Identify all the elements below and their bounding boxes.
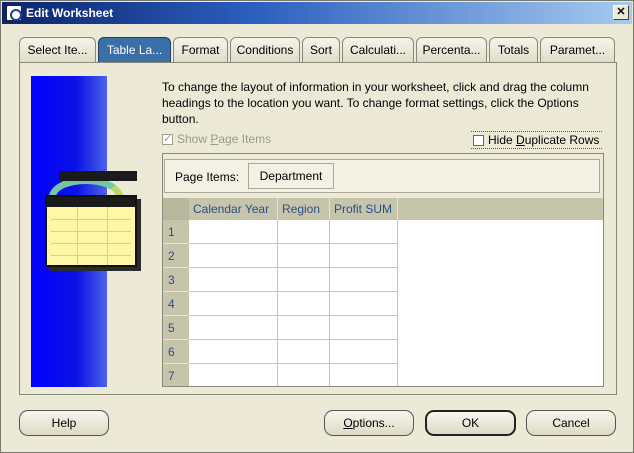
- table-cell: [189, 244, 278, 268]
- ok-button[interactable]: OK: [425, 410, 516, 436]
- close-icon: ✕: [616, 6, 626, 18]
- title-bar[interactable]: Edit Worksheet ✕: [2, 2, 632, 24]
- checkbox-checked-icon: [162, 132, 173, 145]
- table-cell: [330, 268, 398, 292]
- show-page-items-checkbox[interactable]: Show Page Items: [162, 132, 271, 146]
- row-header: 4: [163, 292, 189, 316]
- app-icon: [6, 5, 22, 21]
- table-cell: [278, 292, 330, 316]
- tab-sort[interactable]: Sort: [302, 37, 340, 63]
- table-cell: [278, 316, 330, 340]
- table-cell: [278, 244, 330, 268]
- close-button[interactable]: ✕: [613, 5, 629, 20]
- row-header: 6: [163, 340, 189, 364]
- row-header: 2: [163, 244, 189, 268]
- checkbox-unchecked-icon: [473, 134, 484, 146]
- worksheet-illustration-icon: [45, 171, 137, 267]
- window-title: Edit Worksheet: [26, 6, 114, 20]
- row-header: 1: [163, 220, 189, 244]
- row-header: 5: [163, 316, 189, 340]
- table-cell: [330, 364, 398, 386]
- page-items-bar: Page Items: Department: [164, 159, 600, 193]
- row-header: 7: [163, 364, 189, 386]
- column-header-region[interactable]: Region: [278, 198, 330, 220]
- instructions-text: To change the layout of information in y…: [162, 80, 589, 126]
- table-cell: [330, 316, 398, 340]
- edit-worksheet-dialog: Edit Worksheet ✕ Select Ite... Table La.…: [0, 0, 634, 453]
- table-cell: [330, 244, 398, 268]
- tab-calculations[interactable]: Calculati...: [342, 37, 414, 63]
- column-header-fill: [398, 198, 603, 220]
- table-cell: [189, 292, 278, 316]
- page-item-department[interactable]: Department: [248, 163, 334, 189]
- table-cell: [278, 340, 330, 364]
- tab-format[interactable]: Format: [173, 37, 228, 63]
- hide-duplicate-rows-checkbox[interactable]: Hide Duplicate Rows: [471, 131, 602, 149]
- table-cell: [278, 220, 330, 244]
- tab-totals[interactable]: Totals: [489, 37, 538, 63]
- tab-parameters[interactable]: Paramet...: [540, 37, 615, 63]
- table-cell: [330, 292, 398, 316]
- column-header-calendar-year[interactable]: Calendar Year: [189, 198, 278, 220]
- table-cell: [278, 364, 330, 386]
- table-grid: Calendar Year Region Profit SUM 1 2 3 4 …: [163, 198, 603, 386]
- tab-table-layout[interactable]: Table La...: [98, 37, 171, 63]
- tab-select-items[interactable]: Select Ite...: [19, 37, 96, 63]
- table-layout-area: Page Items: Department Calendar Year Reg…: [162, 153, 604, 387]
- hide-duplicate-rows-label: Hide Duplicate Rows: [488, 133, 600, 147]
- table-cell: [330, 340, 398, 364]
- grid-corner: [163, 198, 189, 220]
- column-header-profit-sum[interactable]: Profit SUM: [330, 198, 398, 220]
- table-cell: [278, 268, 330, 292]
- table-cell: [189, 268, 278, 292]
- table-cell: [330, 220, 398, 244]
- page-items-label: Page Items:: [175, 170, 240, 184]
- help-button[interactable]: Help: [19, 410, 109, 436]
- options-button[interactable]: Options...: [324, 410, 414, 436]
- table-cell: [189, 220, 278, 244]
- show-page-items-label: Show Page Items: [177, 132, 272, 146]
- tab-percentages[interactable]: Percenta...: [416, 37, 487, 63]
- table-cell: [189, 316, 278, 340]
- table-cell: [189, 364, 278, 386]
- cancel-button[interactable]: Cancel: [526, 410, 616, 436]
- row-header: 3: [163, 268, 189, 292]
- table-cell: [189, 340, 278, 364]
- tab-conditions[interactable]: Conditions: [230, 37, 300, 63]
